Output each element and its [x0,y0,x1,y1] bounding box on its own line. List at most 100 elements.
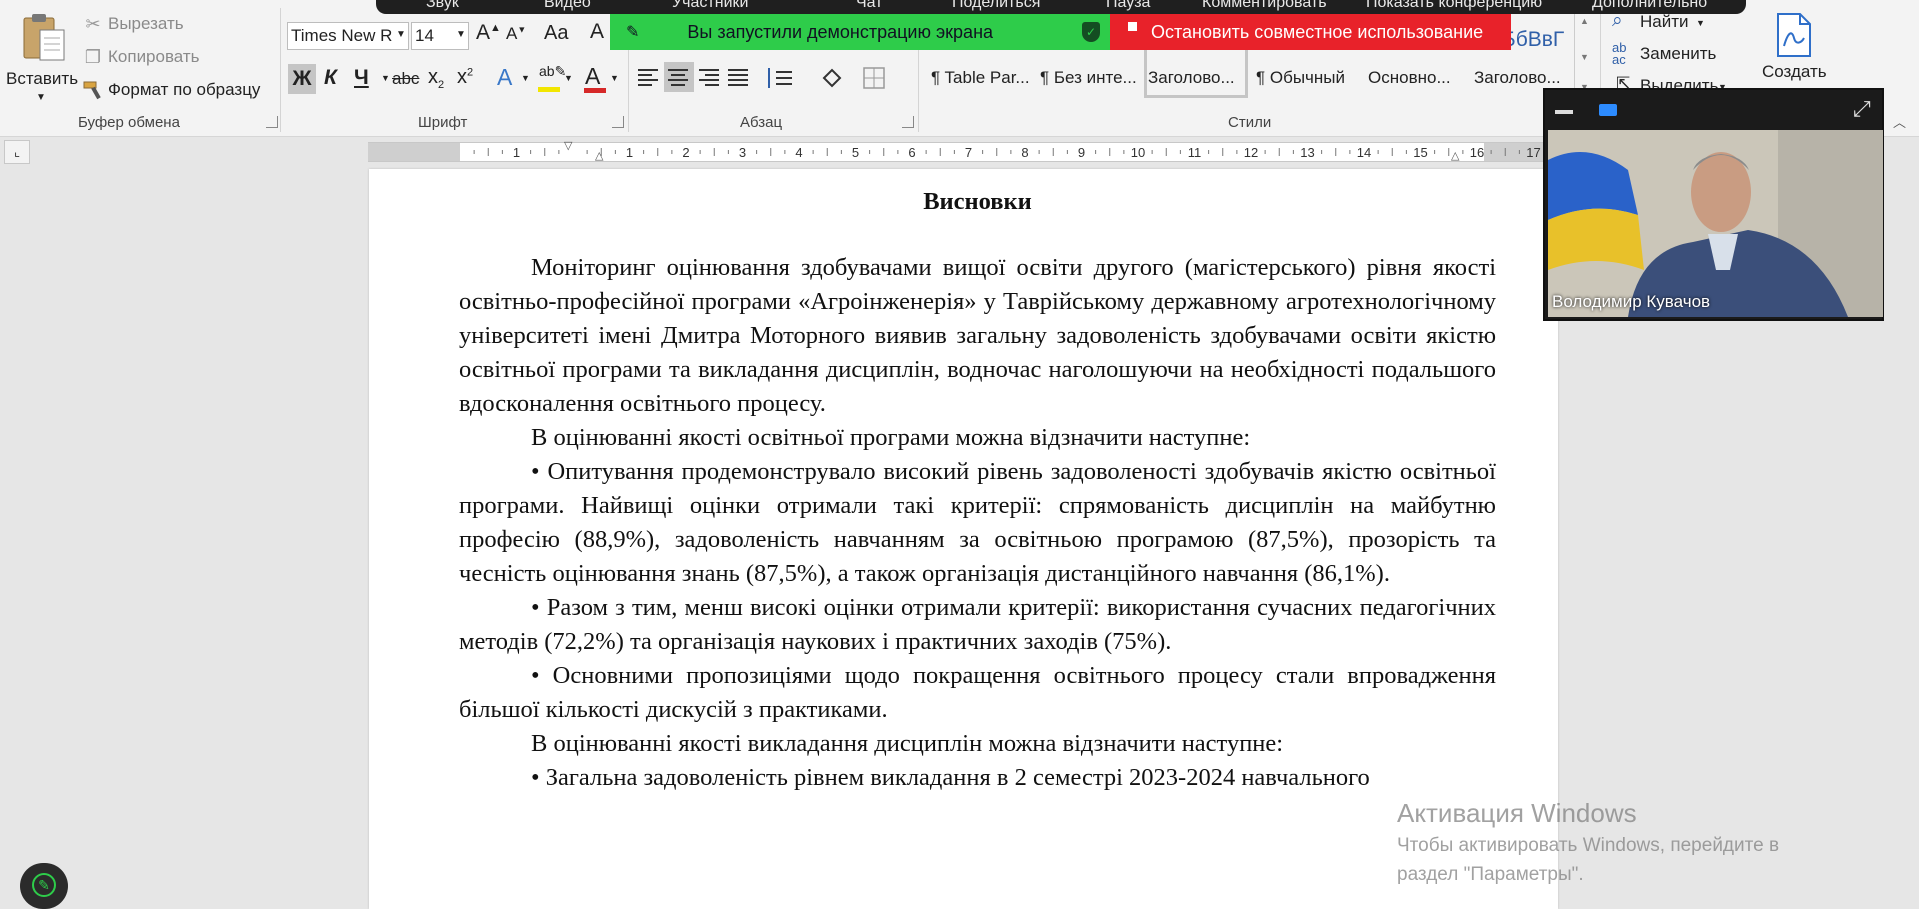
paragraph-launcher-icon[interactable] [902,116,914,128]
change-case-button[interactable]: Aa [544,22,568,45]
document-heading: Висновки [923,188,1032,215]
font-family-select[interactable]: Times New R ▼ [287,22,409,50]
zoom-menu-show-meeting[interactable]: Показать конференцию [1366,0,1542,12]
paragraph: В оцінюванні якості освітньої програми м… [531,424,1251,451]
zoom-menubar: Звук Видео Участники Чат Поделиться Пауз… [376,0,1746,14]
divider [280,8,281,132]
highlight-color-swatch [538,87,560,92]
ruler-number: 6 [908,145,915,160]
ruler-number: 13 [1300,145,1314,160]
zoom-menu-more[interactable]: Дополнительно [1592,0,1707,12]
right-indent-marker[interactable]: △ [1451,149,1459,162]
first-line-indent-marker[interactable]: ▽ [564,139,572,152]
clear-formatting-button[interactable]: A [590,20,604,44]
tab-selector-icon[interactable]: ⌞ [4,140,30,164]
view-toggle-icon[interactable] [1599,104,1617,116]
zoom-menu-audio[interactable]: Звук [426,0,459,12]
zoom-menu-chat[interactable]: Чат [856,0,883,12]
ruler-number: 11 [1188,145,1202,160]
strikethrough-button[interactable]: abc [392,69,419,89]
align-right-icon[interactable] [697,66,723,90]
chevron-down-icon: ▼ [36,92,46,103]
create-label: Создать [1762,62,1827,81]
style-item[interactable]: ¶ Обычный [1256,68,1345,88]
ruler-number: 9 [1078,145,1085,160]
zoom-menu-share[interactable]: Поделиться [952,0,1040,12]
clipboard-launcher-icon[interactable] [266,116,278,128]
subscript-button[interactable]: x2 [428,66,444,91]
borders-icon[interactable] [862,66,902,90]
ruler-scale: 1 1 2 3 4 5 6 7 8 9 10 11 12 13 14 15 16 17 [473,145,1541,160]
minimize-icon[interactable] [1555,110,1573,114]
ruler-number: 8 [1021,145,1028,160]
text-effects-button[interactable]: A [497,64,512,91]
document-page[interactable]: Висновки Моніторинг оцінювання здобувача… [369,169,1558,909]
drag-handle-icon[interactable]: ✎ [626,22,639,42]
copy-button[interactable]: ❐ Копировать [82,45,212,69]
left-indent-marker[interactable]: △ [595,149,603,162]
font-color-swatch [584,88,606,93]
bullet-item: • Основними пропозиціями щодо покращення… [459,662,1496,723]
zoom-menu-video[interactable]: Видео [544,0,591,12]
ruler-number: 4 [795,145,802,160]
scissors-icon: ✂ [85,13,101,34]
font-size-select[interactable]: 14 ▼ [411,22,469,50]
ruler-number: 3 [739,145,746,160]
chevron-down-icon: ▼ [564,73,573,83]
ruler-number: 7 [965,145,972,160]
bold-button[interactable]: Ж [288,64,316,94]
shrink-font-button[interactable]: A▼ [506,24,526,44]
zoom-menu-pause[interactable]: Пауза [1106,0,1150,12]
underline-button[interactable]: Ч [354,66,369,90]
ruler-number: 2 [682,145,689,160]
video-feed: Володимир Кувачов [1548,130,1883,317]
style-item[interactable]: ¶ Table Par... [931,68,1030,88]
zoom-menu-annotate[interactable]: Комментировать [1202,0,1327,12]
cut-label: Вырезать [108,14,184,33]
grow-font-button[interactable]: A▲ [476,21,501,45]
paste-button[interactable]: Вставить ▼ [4,8,78,104]
video-panel[interactable]: ⤢ Володимир Кувачов [1543,88,1884,321]
chevron-down-icon: ▼ [396,29,406,40]
pen-icon: ✎ [32,873,56,897]
watermark-line: Чтобы активировать Windows, перейдите в [1397,835,1780,856]
horizontal-ruler[interactable]: 1 1 2 3 4 5 6 7 8 9 10 11 12 13 14 15 16 17 ▽ △ △ [368,139,1544,162]
italic-button[interactable]: К [324,66,337,90]
highlighter-icon: ab✎ [539,63,567,79]
align-left-icon[interactable] [636,66,662,90]
line-spacing-icon[interactable] [764,66,804,90]
cut-button[interactable]: ✂ Вырезать [82,12,192,36]
align-center-icon [668,69,688,86]
superscript-button[interactable]: x2 [457,66,473,89]
ruler-number: 17 [1526,145,1540,160]
screen-share-status-banner: ✎ Вы запустили демонстрацию экрана ✓ [610,14,1110,50]
zoom-menu-participants[interactable]: Участники [672,0,748,12]
ruler-number: 14 [1357,145,1371,160]
replace-icon: ab ac [1612,40,1627,67]
windows-activation-watermark: Активация Windows Чтобы активировать Win… [1397,796,1779,889]
create-pdf-button[interactable]: Создать [1754,10,1834,88]
stop-share-button[interactable]: Остановить совместное использование [1110,14,1511,50]
ruler-number: 16 [1470,145,1484,160]
collapse-ribbon-icon[interactable]: ︿ [1893,112,1906,131]
document-body[interactable]: Висновки Моніторинг оцінювання здобувача… [459,185,1496,795]
stop-share-label: Остановить совместное использование [1151,21,1484,42]
font-launcher-icon[interactable] [612,116,624,128]
shading-icon[interactable] [818,66,854,90]
align-center-button[interactable] [664,62,694,92]
format-painter-button[interactable]: Формат по образцу [82,78,272,102]
highlight-color-button[interactable]: ab✎ ▼ [536,63,576,95]
font-color-button[interactable]: A ▼ [582,63,622,95]
styles-group-label: Стили [1228,114,1272,131]
style-item[interactable]: Заголово... [1148,68,1235,88]
style-item[interactable]: Основно... [1368,68,1451,88]
style-item[interactable]: ¶ Без инте... [1040,68,1137,88]
expand-icon[interactable]: ⤢ [1853,96,1871,122]
replace-button[interactable]: ab ac Заменить [1612,40,1742,68]
annotate-pen-button[interactable]: ✎ [20,863,68,909]
style-item[interactable]: Заголово... [1474,68,1561,88]
styles-scrollbar[interactable]: ▲ ▼ ▼ [1574,10,1594,98]
ruler-number: 12 [1244,145,1258,160]
participant-name: Володимир Кувачов [1552,292,1711,311]
justify-icon[interactable] [726,66,752,90]
